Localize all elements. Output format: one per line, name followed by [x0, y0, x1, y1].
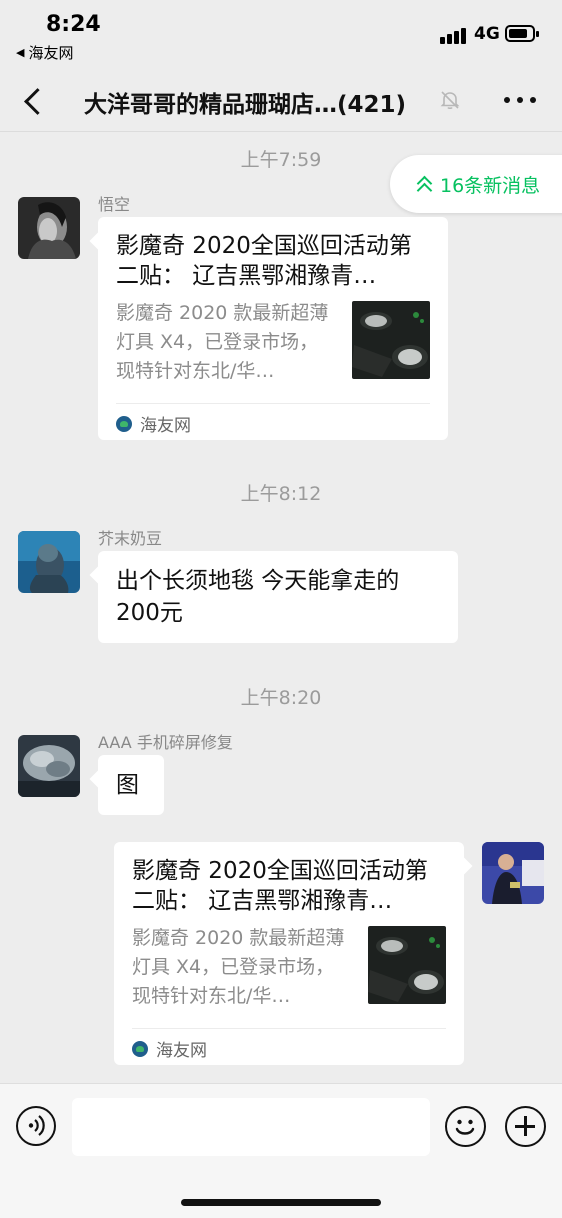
card-thumbnail — [352, 301, 430, 379]
home-indicator[interactable] — [181, 1199, 381, 1206]
message-input[interactable] — [72, 1098, 430, 1156]
input-bar — [0, 1083, 562, 1218]
message-list[interactable]: 上午7:59 16条新消息 悟空 影魔奇 2020全国巡回活动第二贴： 辽吉黑鄂… — [0, 133, 562, 1083]
avatar[interactable] — [18, 735, 80, 797]
voice-icon[interactable] — [16, 1106, 56, 1146]
message-timestamp: 上午8:12 — [240, 483, 322, 505]
more-dots-icon[interactable] — [504, 96, 536, 104]
new-messages-label: 16条新消息 — [440, 174, 541, 197]
sender-name: 悟空 — [98, 195, 131, 214]
message-text: 图 — [116, 772, 139, 798]
source-logo-icon — [132, 1040, 148, 1057]
message-timestamp: 上午8:20 — [240, 687, 322, 709]
chat-title: 大洋哥哥的精品珊瑚店…(421) — [84, 85, 406, 119]
link-card-message[interactable]: 影魔奇 2020全国巡回活动第二贴： 辽吉黑鄂湘豫青… 影魔奇 2020 款最新… — [114, 842, 464, 1065]
card-title: 影魔奇 2020全国巡回活动第二贴： 辽吉黑鄂湘豫青… — [116, 233, 412, 289]
my-avatar[interactable] — [482, 842, 544, 904]
sender-name: 芥末奶豆 — [98, 529, 163, 548]
text-message[interactable]: 图 — [98, 755, 164, 815]
back-to-app-link[interactable]: ◀ 海友网 — [16, 42, 73, 63]
link-card-message[interactable]: 影魔奇 2020全国巡回活动第二贴： 辽吉黑鄂湘豫青… 影魔奇 2020 款最新… — [98, 217, 448, 440]
double-chevron-up-icon — [416, 175, 432, 193]
card-thumbnail — [368, 926, 446, 1004]
back-chevron-icon[interactable] — [22, 86, 46, 116]
card-divider — [116, 403, 430, 404]
text-message[interactable]: 出个长须地毯 今天能拿走的200元 — [98, 551, 458, 643]
card-divider — [132, 1028, 446, 1029]
member-count: (421) — [337, 92, 407, 118]
mute-bell-icon — [440, 91, 460, 110]
card-description: 影魔奇 2020 款最新超薄灯具 X4，已登录市场，现特针对东北/华… — [116, 302, 329, 382]
signal-icon — [440, 26, 468, 44]
message-text: 出个长须地毯 今天能拿走的200元 — [116, 568, 400, 626]
status-time: 8:24 — [46, 12, 101, 37]
chat-header: 大洋哥哥的精品珊瑚店…(421) — [0, 70, 562, 132]
plus-icon[interactable] — [505, 1106, 546, 1147]
network-type: 4G — [474, 24, 500, 44]
group-name: 大洋哥哥的精品珊瑚店… — [84, 92, 337, 118]
back-app-label: 海友网 — [28, 44, 74, 62]
source-label: 海友网 — [140, 416, 191, 436]
emoji-icon[interactable] — [445, 1106, 486, 1147]
card-description: 影魔奇 2020 款最新超薄灯具 X4，已登录市场，现特针对东北/华… — [132, 927, 345, 1007]
avatar[interactable] — [18, 197, 80, 259]
back-triangle-icon: ◀ — [16, 46, 25, 59]
card-source: 海友网 — [116, 411, 191, 436]
card-source: 海友网 — [132, 1036, 207, 1061]
source-logo-icon — [116, 415, 132, 432]
avatar[interactable] — [18, 531, 80, 593]
battery-icon — [505, 25, 539, 42]
source-label: 海友网 — [156, 1041, 207, 1061]
sender-name: AAA 手机碎屏修复 — [98, 733, 233, 752]
new-messages-button[interactable]: 16条新消息 — [390, 155, 562, 213]
status-bar: 8:24 ◀ 海友网 4G — [0, 0, 562, 70]
card-title: 影魔奇 2020全国巡回活动第二贴： 辽吉黑鄂湘豫青… — [132, 858, 428, 914]
